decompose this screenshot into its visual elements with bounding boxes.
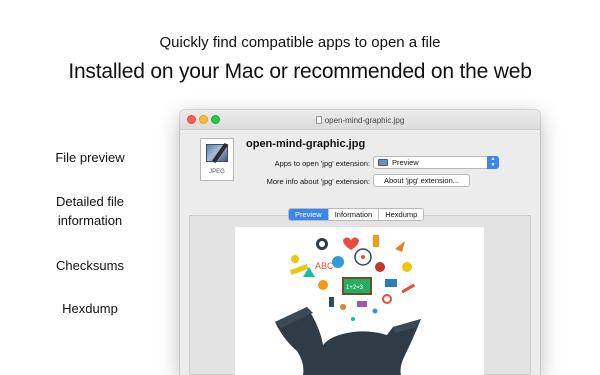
globe-icon: [332, 256, 344, 268]
apps-to-open-label: Apps to open 'jpg' extension:: [274, 159, 370, 168]
app-window: open-mind-graphic.jpg JPEG open-mind-gra…: [180, 110, 540, 375]
magnet-icon: [382, 294, 392, 304]
image-preview: ABC 1+2=3: [235, 227, 484, 375]
window-title: open-mind-graphic.jpg: [324, 115, 405, 125]
title-bar[interactable]: open-mind-graphic.jpg: [180, 110, 540, 130]
pencil-icon: [401, 283, 416, 294]
updown-chevron-icon: ▲ ▼: [487, 156, 499, 169]
bulb-icon: [402, 262, 412, 272]
file-icon-extension-label: JPEG: [209, 169, 225, 175]
feature-label-checksums: Checksums: [56, 258, 124, 273]
flask-icon: [373, 235, 379, 247]
microscope-icon: [329, 297, 334, 307]
gear-icon: [318, 280, 328, 290]
file-name: open-mind-graphic.jpg: [246, 138, 366, 150]
document-icon: [315, 116, 322, 124]
preview-app-icon: [378, 159, 388, 166]
heart-icon: [343, 237, 359, 250]
tab-hexdump[interactable]: Hexdump: [378, 209, 423, 220]
apple-icon: [375, 262, 385, 272]
palette-icon: [357, 301, 367, 307]
book-icon: [385, 279, 397, 287]
apps-popup-button[interactable]: Preview ▲ ▼: [373, 156, 499, 169]
feature-label-hexdump: Hexdump: [62, 301, 118, 316]
about-extension-button[interactable]: About 'jpg' extension...: [373, 174, 470, 187]
abc-text: ABC: [315, 261, 334, 271]
jpeg-file-icon: JPEG: [200, 138, 236, 182]
formula-text: 1+2=3: [346, 285, 364, 291]
feature-label-file-preview: File preview: [55, 150, 125, 165]
rocket-icon: [395, 241, 405, 252]
sun-icon: [291, 255, 299, 263]
apps-popup-selected: Preview: [392, 158, 419, 167]
open-mind-illustration: ABC 1+2=3: [275, 235, 421, 375]
tab-segmented-control: Preview Information Hexdump: [288, 208, 425, 221]
headline-title: Installed on your Mac or recommended on …: [68, 60, 532, 83]
headline-subtitle: Quickly find compatible apps to open a f…: [159, 34, 441, 51]
tab-preview[interactable]: Preview: [289, 209, 328, 220]
more-info-label: More info about 'jpg' extension:: [266, 177, 370, 186]
feature-label-detailed-info: Detailed file information: [56, 194, 124, 228]
tab-information[interactable]: Information: [327, 209, 379, 220]
